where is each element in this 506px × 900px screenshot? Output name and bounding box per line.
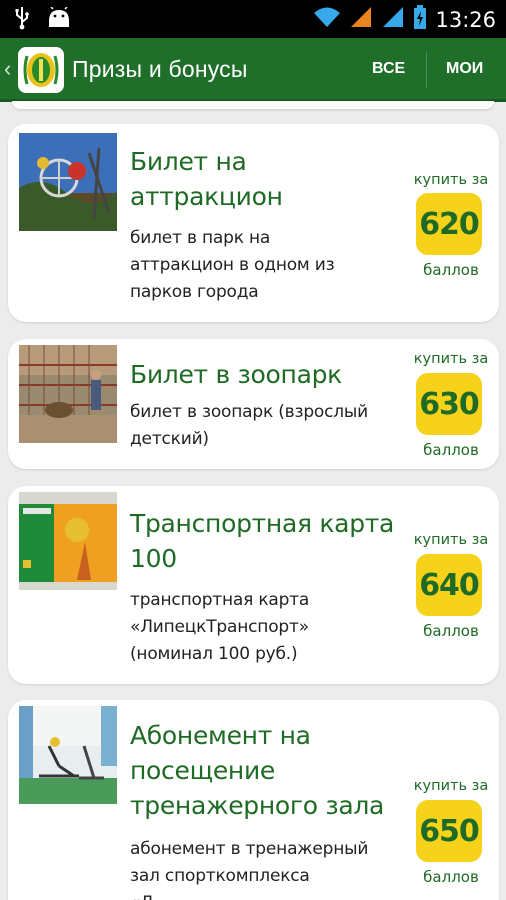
points-label: баллов: [423, 868, 479, 886]
battery-icon: [413, 4, 427, 35]
prize-card[interactable]: Абонемент на посещение тренажерного зала…: [8, 700, 499, 900]
prize-card[interactable]: Билет в зоопарк билет в зоопарк (взрослы…: [8, 339, 499, 469]
prize-image: [19, 133, 117, 231]
prize-description: транспортная карта «ЛипецкТранспорт» (но…: [130, 590, 310, 664]
prize-title: Билет в зоопарк: [130, 360, 342, 389]
signal-icon: [381, 5, 405, 34]
chevron-left-icon[interactable]: ‹: [4, 56, 11, 82]
clock: 13:26: [435, 7, 496, 32]
filter-mine-button[interactable]: МОИ: [446, 60, 483, 78]
prize-description: билет в зоопарк (взрослый детский): [130, 402, 368, 449]
action-bar: ‹ Призы и бонусы ВСЕ МОИ: [0, 38, 506, 102]
price-badge[interactable]: 630: [416, 373, 482, 435]
previous-card-edge: [12, 101, 494, 109]
filter-all-button[interactable]: ВСЕ: [372, 60, 405, 78]
buy-label: купить за: [413, 532, 489, 548]
prize-card[interactable]: Транспортная карта 100 транспортная карт…: [8, 486, 499, 684]
usb-icon: [14, 6, 30, 35]
price-badge[interactable]: 650: [416, 800, 482, 862]
price-badge[interactable]: 640: [416, 554, 482, 616]
screen-title: Призы и бонусы: [72, 56, 248, 82]
buy-label: купить за: [413, 351, 489, 367]
divider: [426, 52, 427, 88]
buy-label: купить за: [413, 778, 489, 794]
android-debug-icon: [46, 6, 72, 34]
app-logo[interactable]: [18, 47, 64, 93]
status-bar: 13:26: [0, 0, 506, 38]
points-label: баллов: [423, 622, 479, 640]
prize-card[interactable]: Билет на аттракцион билет в парк на аттр…: [8, 124, 499, 322]
prize-description: билет в парк на аттракцион в одном из па…: [130, 228, 335, 302]
prize-image: [19, 345, 117, 443]
prize-description: абонемент в тренажерный зал спорткомплек…: [130, 839, 369, 900]
prize-image: [19, 492, 117, 590]
wifi-icon: [313, 6, 341, 33]
points-label: баллов: [423, 441, 479, 459]
prize-title: Транспортная карта 100: [130, 509, 395, 573]
signal-icon: [349, 5, 373, 34]
price-badge[interactable]: 620: [416, 193, 482, 255]
prize-image: [19, 706, 117, 804]
prize-title: Билет на аттракцион: [130, 147, 283, 211]
points-label: баллов: [423, 261, 479, 279]
prize-title: Абонемент на посещение тренажерного зала: [130, 721, 385, 820]
buy-label: купить за: [413, 172, 489, 188]
